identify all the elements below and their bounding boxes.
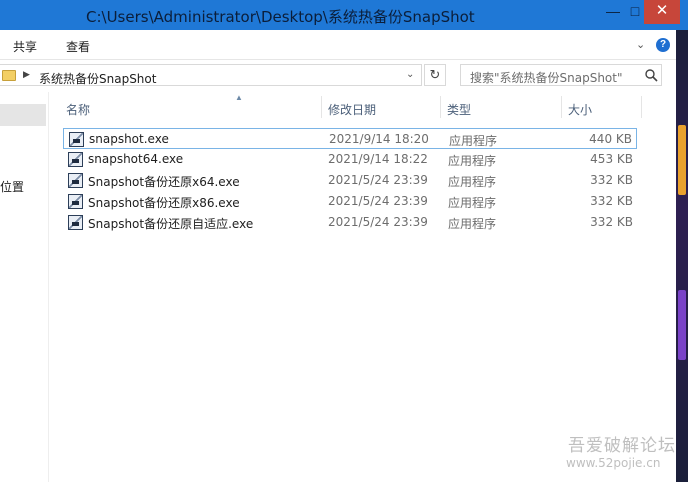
file-type: 应用程序	[448, 217, 497, 231]
file-name: snapshot64.exe	[88, 152, 184, 166]
column-header-row: ▲ 名称 修改日期 类型 大小	[50, 92, 676, 122]
tab-view[interactable]: 查看	[66, 38, 90, 55]
file-type: 应用程序	[448, 154, 497, 168]
file-row[interactable]: Snapshot备份还原x86.exe 2021/5/24 23:39 应用程序…	[63, 191, 637, 212]
file-date: 2021/5/24 23:39	[328, 194, 428, 208]
address-row: ▶ 系统热备份SnapShot ⌄ ↻ 搜索"系统热备份SnapShot"	[0, 61, 676, 91]
file-date: 2021/9/14 18:22	[328, 152, 428, 166]
breadcrumb-folder[interactable]: 系统热备份SnapShot	[39, 70, 156, 87]
ribbon-tabs: 共享 查看 ⌄ ?	[0, 30, 676, 60]
search-placeholder: 搜索"系统热备份SnapShot"	[470, 71, 623, 85]
minimize-button[interactable]: —	[600, 0, 626, 24]
help-icon[interactable]: ?	[656, 38, 670, 52]
file-size: 440 KB	[589, 132, 632, 146]
watermark-title: 吾爱破解论坛	[568, 436, 676, 456]
search-input[interactable]: 搜索"系统热备份SnapShot"	[460, 64, 662, 86]
column-header-type[interactable]: 类型	[447, 101, 471, 118]
file-size: 332 KB	[590, 173, 633, 187]
file-type: 应用程序	[448, 175, 497, 189]
folder-icon	[2, 70, 16, 81]
address-bar[interactable]: ▶ 系统热备份SnapShot ⌄	[0, 64, 422, 86]
file-date: 2021/9/14 18:20	[329, 132, 429, 146]
file-row[interactable]: Snapshot备份还原x64.exe 2021/5/24 23:39 应用程序…	[63, 170, 637, 191]
nav-item-location[interactable]: 位置	[0, 178, 24, 195]
file-date: 2021/5/24 23:39	[328, 215, 428, 229]
file-size: 453 KB	[590, 152, 633, 166]
column-divider[interactable]	[561, 96, 562, 118]
file-type: 应用程序	[448, 196, 497, 210]
close-button[interactable]: ✕	[644, 0, 680, 24]
window-title: C:\Users\Administrator\Desktop\系统热备份Snap…	[86, 8, 475, 26]
file-date: 2021/5/24 23:39	[328, 173, 428, 187]
desktop-accent-stripe	[678, 125, 686, 195]
file-row[interactable]: snapshot.exe 2021/9/14 18:20 应用程序 440 KB	[63, 128, 637, 149]
file-row[interactable]: snapshot64.exe 2021/9/14 18:22 应用程序 453 …	[63, 149, 637, 170]
exe-file-icon	[68, 194, 83, 209]
sort-ascending-icon: ▲	[235, 93, 243, 102]
exe-file-icon	[68, 215, 83, 230]
desktop-edge	[676, 30, 688, 482]
refresh-icon: ↻	[429, 67, 441, 82]
tab-share[interactable]: 共享	[13, 38, 37, 55]
file-type: 应用程序	[449, 134, 498, 148]
refresh-button[interactable]: ↻	[424, 64, 446, 86]
file-size: 332 KB	[590, 194, 633, 208]
exe-file-icon	[68, 173, 83, 188]
column-divider[interactable]	[440, 96, 441, 118]
column-divider[interactable]	[641, 96, 642, 118]
breadcrumb-chevron-icon[interactable]: ▶	[23, 69, 30, 80]
file-size: 332 KB	[590, 215, 633, 229]
navigation-pane: 位置	[0, 92, 49, 482]
nav-selected-item[interactable]	[0, 104, 46, 126]
address-dropdown-icon[interactable]: ⌄	[406, 69, 414, 80]
title-bar: C:\Users\Administrator\Desktop\系统热备份Snap…	[0, 0, 688, 30]
desktop-accent-stripe	[678, 290, 686, 360]
column-header-name[interactable]: 名称	[66, 101, 90, 118]
file-name: Snapshot备份还原x64.exe	[88, 175, 240, 189]
column-header-date[interactable]: 修改日期	[328, 101, 376, 118]
search-icon[interactable]	[644, 68, 658, 82]
ribbon-expand-chevron-icon[interactable]: ⌄	[636, 38, 645, 51]
exe-file-icon	[69, 132, 84, 147]
file-row[interactable]: Snapshot备份还原自适应.exe 2021/5/24 23:39 应用程序…	[63, 212, 637, 233]
file-name: Snapshot备份还原x86.exe	[88, 196, 240, 210]
watermark-url: www.52pojie.cn	[566, 456, 661, 470]
maximize-button[interactable]: □	[626, 0, 644, 24]
file-name: Snapshot备份还原自适应.exe	[88, 217, 254, 231]
column-header-size[interactable]: 大小	[568, 101, 592, 118]
file-name: snapshot.exe	[89, 132, 169, 146]
exe-file-icon	[68, 152, 83, 167]
column-divider[interactable]	[321, 96, 322, 118]
